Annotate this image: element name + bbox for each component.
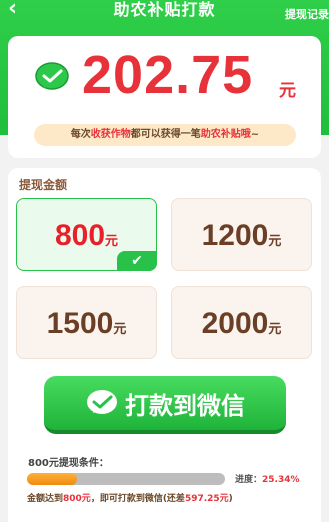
wechat-icon bbox=[35, 62, 69, 90]
amount-option-2000[interactable]: 2000元 bbox=[171, 286, 312, 359]
wechat-icon bbox=[87, 390, 117, 414]
balance-unit: 元 bbox=[279, 81, 296, 101]
detail-remaining-amount: 597.25元 bbox=[184, 494, 229, 504]
option-amount: 800 bbox=[54, 219, 106, 252]
option-unit: 元 bbox=[105, 234, 119, 249]
detail-text: 金额达到 bbox=[27, 494, 64, 504]
notice-highlight: 助农补贴哦 bbox=[200, 129, 251, 140]
progress-bar bbox=[27, 473, 225, 485]
option-unit: 元 bbox=[268, 234, 282, 249]
detail-target-amount: 800元 bbox=[63, 494, 91, 504]
withdraw-panel: 提现金额 800元 ✔ 1200元 1500元 2000元 打款到微信 800元… bbox=[8, 168, 321, 522]
progress-text: 进度： bbox=[235, 475, 263, 485]
notice-text: 都可以获得一笔 bbox=[130, 129, 201, 140]
amount-option-1200[interactable]: 1200元 bbox=[171, 198, 312, 271]
withdraw-records-link[interactable]: 提现记录 bbox=[285, 6, 329, 22]
pay-button-label: 打款到微信 bbox=[125, 391, 245, 420]
notice-highlight: 收获作物 bbox=[90, 129, 131, 140]
notice-text: ~ bbox=[250, 129, 260, 140]
section-label: 提现金额 bbox=[19, 178, 68, 192]
notice-text: 每次 bbox=[70, 129, 91, 140]
balance-amount: 202.75 bbox=[82, 45, 254, 105]
option-unit: 元 bbox=[268, 322, 282, 337]
option-amount: 1500 bbox=[46, 307, 114, 340]
option-amount: 2000 bbox=[201, 307, 269, 340]
subsidy-notice: 每次收获作物都可以获得一笔助农补贴哦~ bbox=[34, 124, 296, 146]
progress-fill bbox=[27, 473, 78, 485]
condition-detail: 金额达到800元，即可打款到微信(还差597.25元) bbox=[27, 491, 233, 504]
option-unit: 元 bbox=[113, 322, 127, 337]
condition-title: 800元提现条件： bbox=[28, 458, 109, 469]
page-title: 助农补贴打款 bbox=[113, 0, 216, 19]
amount-option-1500[interactable]: 1500元 bbox=[16, 286, 157, 359]
progress-percent: 25.34% bbox=[262, 475, 300, 485]
progress-label: 进度：25.34% bbox=[235, 472, 300, 485]
pay-to-wechat-button[interactable]: 打款到微信 bbox=[44, 376, 286, 434]
balance-card: 202.75 元 每次收获作物都可以获得一笔助农补贴哦~ bbox=[8, 36, 321, 158]
amount-option-800[interactable]: 800元 ✔ bbox=[16, 198, 157, 271]
option-amount: 1200 bbox=[201, 219, 269, 252]
detail-text: ，即可打款到微信(还差 bbox=[90, 494, 185, 504]
detail-text: ) bbox=[228, 494, 233, 504]
check-icon: ✔ bbox=[117, 251, 157, 271]
